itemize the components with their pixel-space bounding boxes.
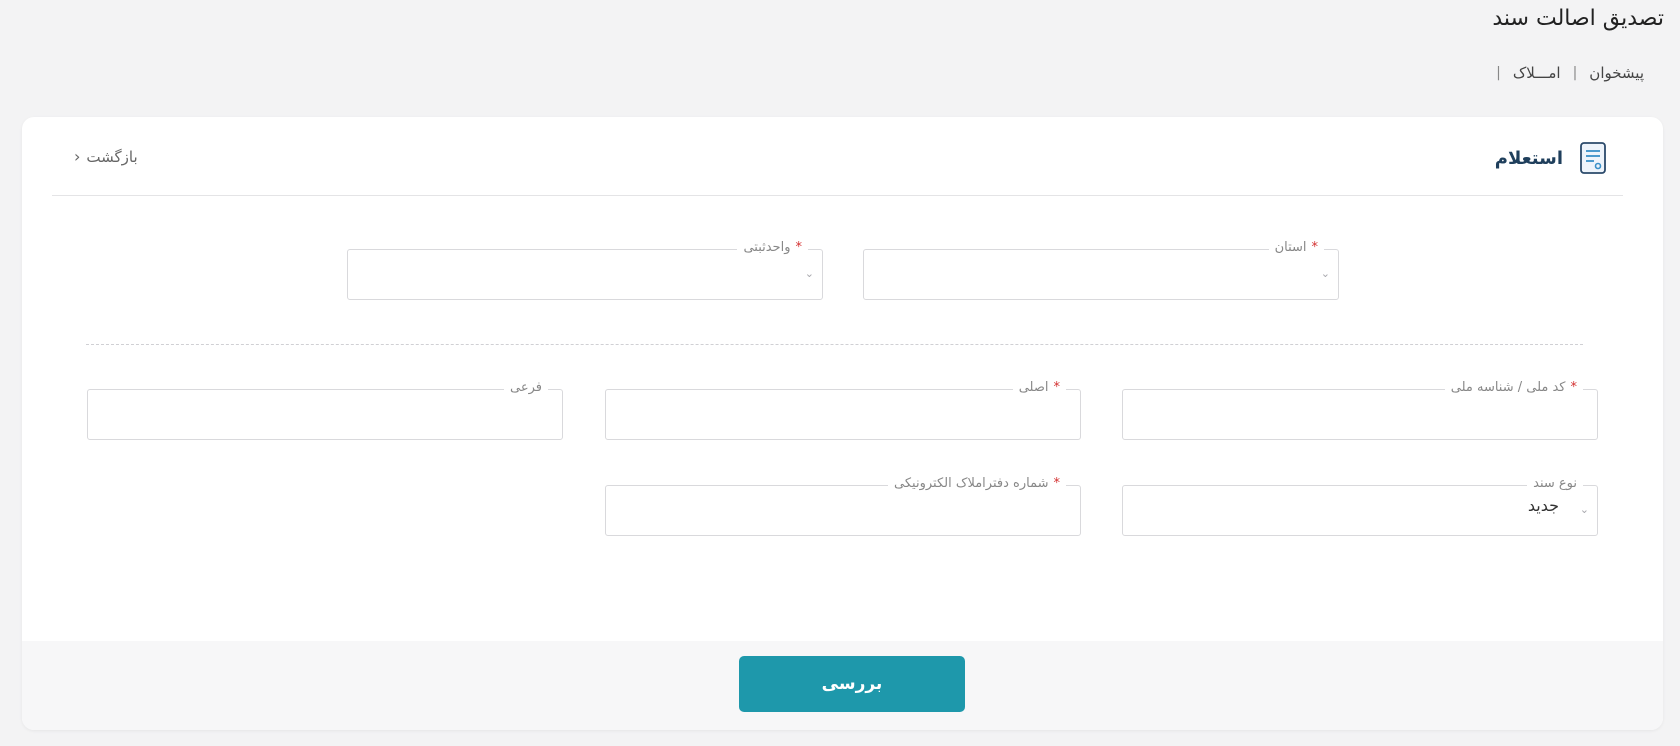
card-header: استعلام › بازگشت bbox=[52, 117, 1623, 196]
chevron-down-icon: ⌄ bbox=[1579, 502, 1589, 516]
e-book-number-field[interactable]: شماره دفتراملاک الکترونیکی * bbox=[605, 476, 1081, 536]
doc-type-value: جدید bbox=[1527, 496, 1559, 515]
card-footer: بررسی bbox=[22, 641, 1663, 730]
check-button[interactable]: بررسی bbox=[739, 656, 965, 712]
card-title-group: استعلام bbox=[1495, 141, 1607, 175]
inquiry-card: استعلام › بازگشت استان * ⌄ واحدثبتی * ⌄ … bbox=[22, 117, 1663, 730]
province-select[interactable]: استان * ⌄ bbox=[863, 240, 1339, 300]
section-divider bbox=[86, 344, 1583, 345]
required-marker: * bbox=[795, 240, 803, 255]
chevron-down-icon: ⌄ bbox=[804, 266, 814, 280]
doc-type-select[interactable]: نوع سند جدید ⌄ bbox=[1122, 476, 1598, 536]
national-id-field[interactable]: کد ملی / شناسه ملی * bbox=[1122, 380, 1598, 440]
breadcrumb-separator: | bbox=[1572, 65, 1578, 81]
card-title: استعلام bbox=[1494, 147, 1563, 169]
registry-unit-label: واحدثبتی * bbox=[737, 240, 808, 255]
main-plaque-field[interactable]: اصلی * bbox=[605, 380, 1081, 440]
sub-plaque-input[interactable] bbox=[88, 390, 562, 439]
sub-plaque-field[interactable]: فرعی bbox=[87, 380, 563, 440]
doc-type-label: نوع سند bbox=[1527, 476, 1583, 491]
chevron-left-icon: › bbox=[74, 147, 81, 166]
back-link[interactable]: › بازگشت bbox=[74, 147, 138, 166]
breadcrumb: پیشخوان | امـــلاک | bbox=[1496, 64, 1644, 82]
registry-unit-select[interactable]: واحدثبتی * ⌄ bbox=[347, 240, 823, 300]
national-id-input[interactable] bbox=[1123, 390, 1597, 439]
required-marker: * bbox=[1311, 240, 1319, 255]
e-book-number-input[interactable] bbox=[606, 486, 1080, 535]
chevron-down-icon: ⌄ bbox=[1320, 266, 1330, 280]
breadcrumb-item-dashboard[interactable]: پیشخوان bbox=[1589, 64, 1644, 82]
page-title: تصدیق اصالت سند bbox=[1492, 6, 1664, 31]
back-label: بازگشت bbox=[86, 147, 138, 166]
province-label: استان * bbox=[1268, 240, 1324, 255]
breadcrumb-item-properties[interactable]: امـــلاک bbox=[1513, 64, 1561, 82]
main-plaque-input[interactable] bbox=[606, 390, 1080, 439]
breadcrumb-separator: | bbox=[1496, 65, 1501, 81]
document-icon bbox=[1579, 141, 1607, 175]
